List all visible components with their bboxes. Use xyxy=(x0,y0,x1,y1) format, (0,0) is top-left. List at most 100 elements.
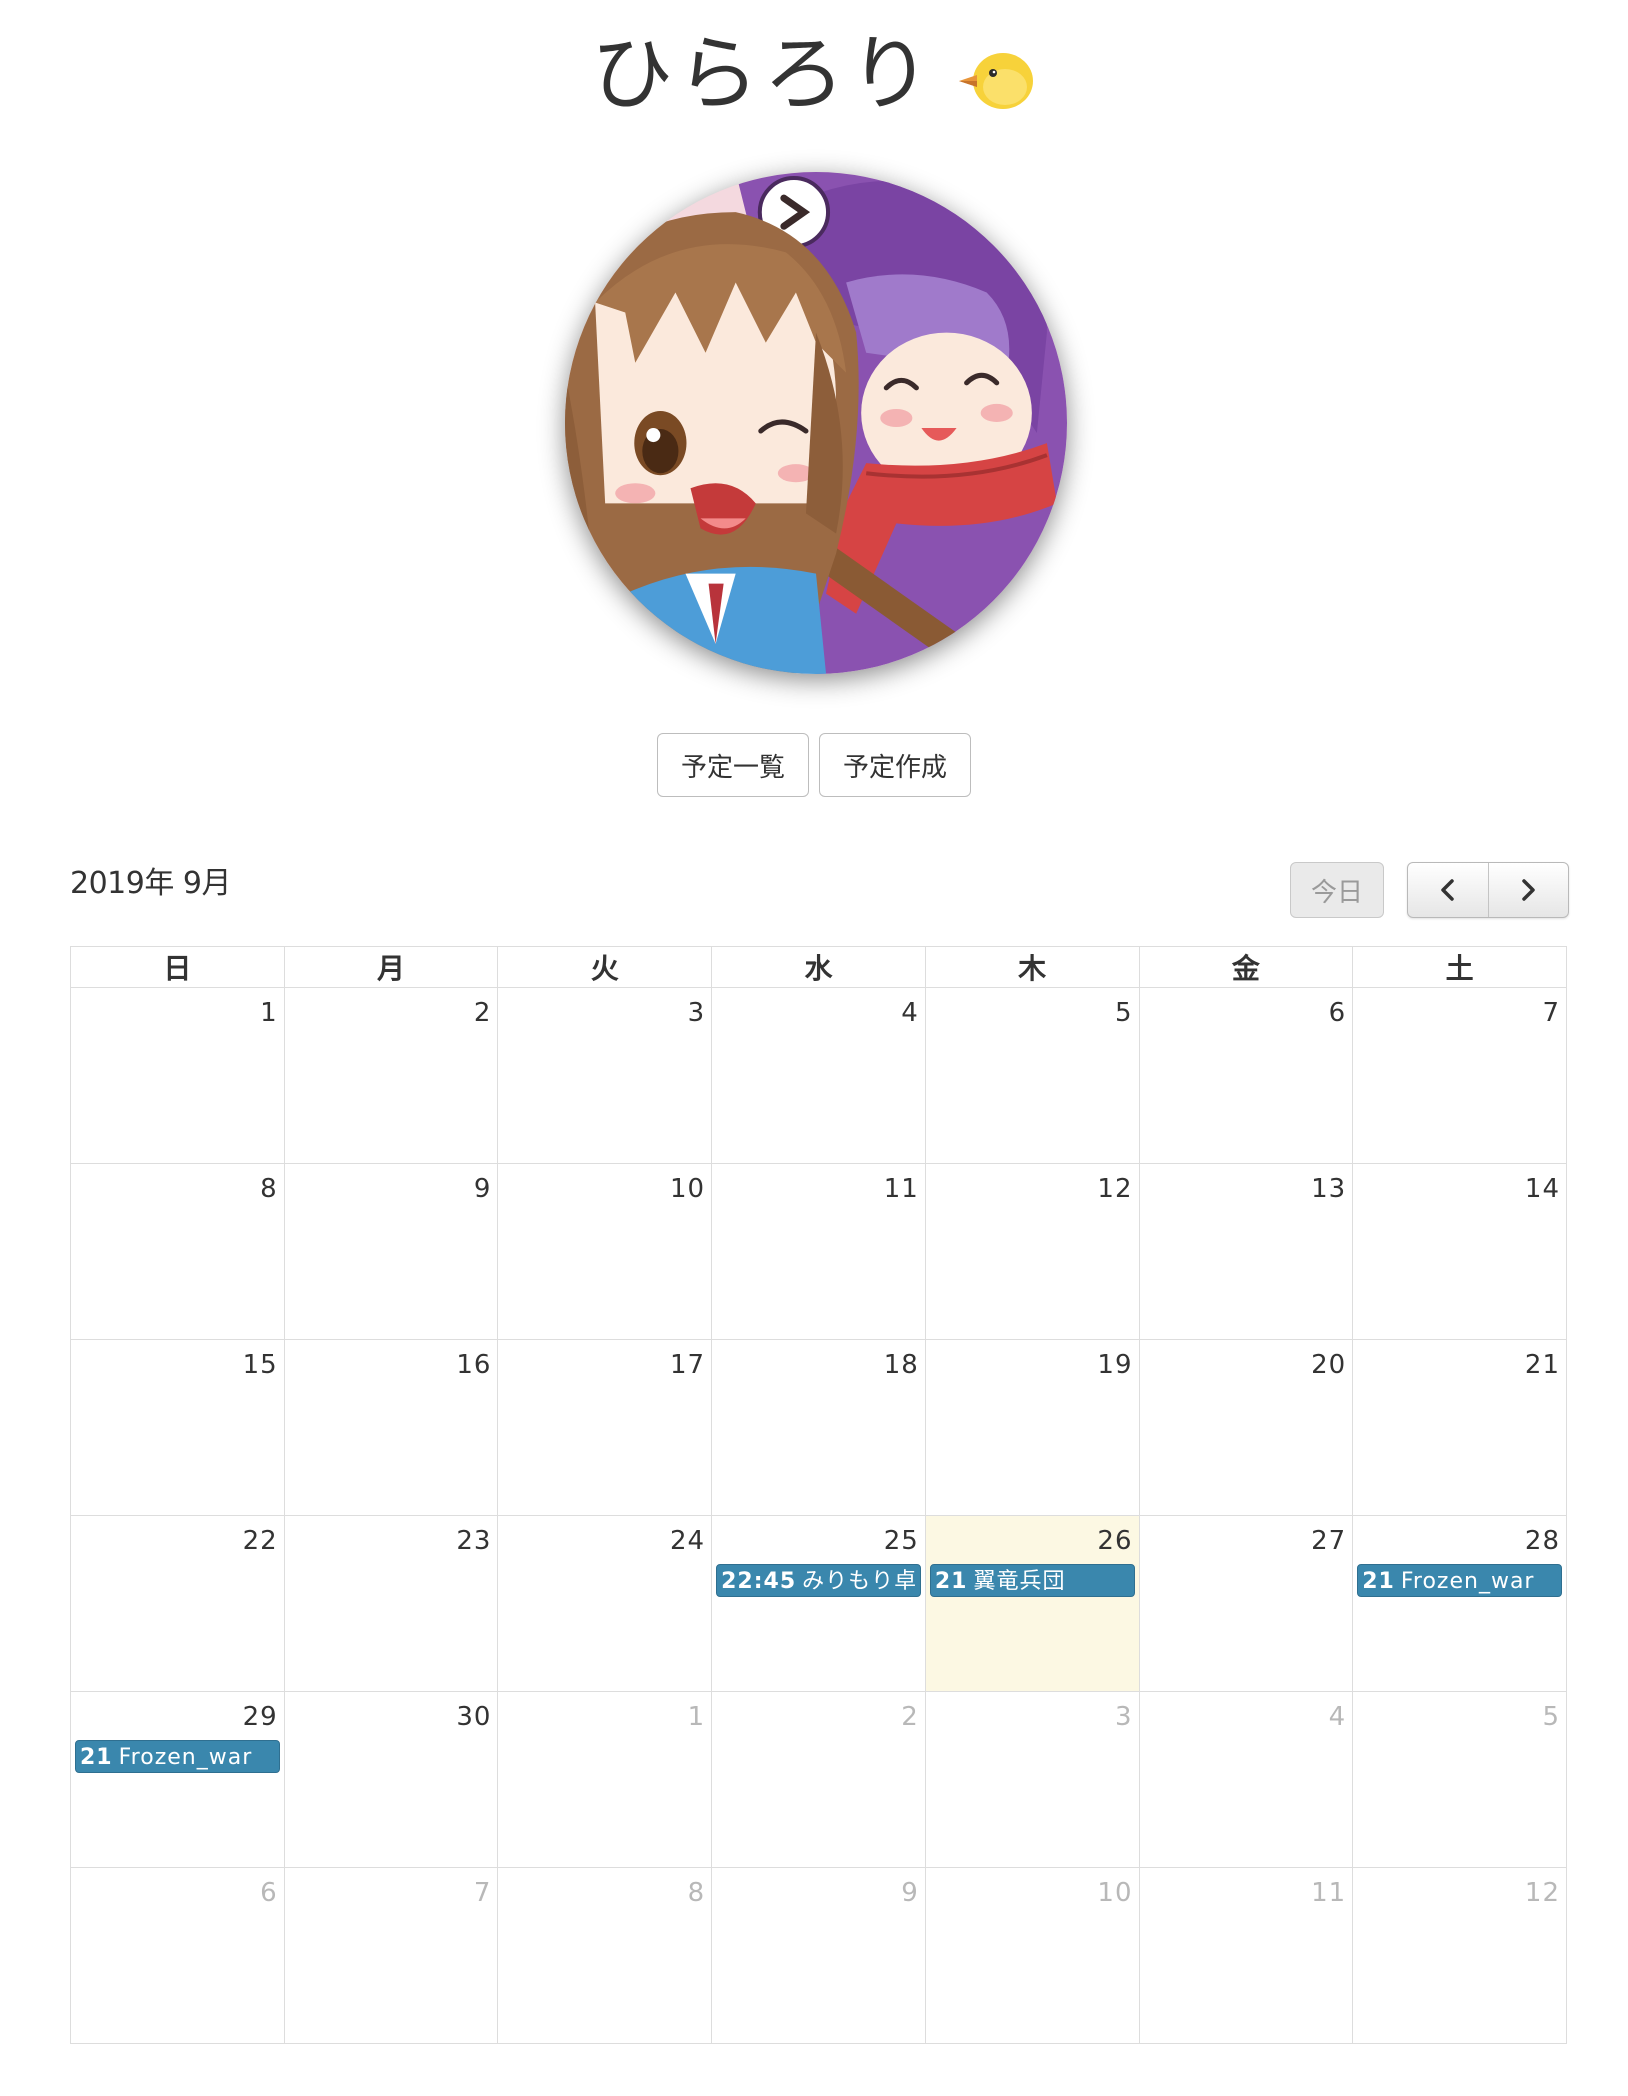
day-number: 26 xyxy=(1097,1526,1133,1556)
today-button[interactable]: 今日 xyxy=(1290,862,1384,918)
day-number: 1 xyxy=(687,1702,706,1732)
day-number: 4 xyxy=(1328,1702,1347,1732)
day-cell[interactable]: 1 xyxy=(70,987,285,1164)
day-cell[interactable]: 3 xyxy=(924,1691,1140,1868)
day-number: 20 xyxy=(1311,1350,1347,1380)
day-cell[interactable]: 18 xyxy=(711,1339,926,1516)
day-cell[interactable]: 3 xyxy=(497,987,713,1164)
day-cell[interactable]: 9 xyxy=(711,1867,926,2044)
next-month-button[interactable] xyxy=(1487,863,1569,917)
day-cell[interactable]: 6 xyxy=(1138,987,1354,1164)
day-number: 6 xyxy=(1328,998,1347,1028)
chick-icon xyxy=(953,37,1037,113)
day-cell[interactable]: 10 xyxy=(497,1163,713,1340)
day-cell[interactable]: 4 xyxy=(1138,1691,1354,1868)
day-cell[interactable]: 11 xyxy=(711,1163,926,1340)
event-title: 翼竜兵団 xyxy=(973,1569,1066,1594)
weekday-header: 日 xyxy=(70,946,285,988)
day-cell[interactable]: 19 xyxy=(924,1339,1140,1516)
calendar-week-row: 8 9 10 11 12 13 14 xyxy=(70,1163,1567,1340)
page-header: ひらろり xyxy=(0,20,1628,130)
day-number: 24 xyxy=(670,1526,706,1556)
day-number: 5 xyxy=(1542,1702,1560,1732)
day-number: 16 xyxy=(456,1350,492,1380)
day-number: 29 xyxy=(242,1702,278,1732)
weekday-header: 土 xyxy=(1352,946,1567,988)
event-title: Frozen_war xyxy=(118,1745,253,1770)
day-number: 7 xyxy=(1542,998,1560,1028)
day-cell[interactable]: 26 21 翼竜兵団 xyxy=(924,1515,1140,1692)
weekday-header: 木 xyxy=(924,946,1140,988)
day-cell[interactable]: 8 xyxy=(497,1867,713,2044)
day-number: 3 xyxy=(1114,1702,1133,1732)
day-number: 27 xyxy=(1311,1526,1347,1556)
calendar-event[interactable]: 21 Frozen_war xyxy=(1357,1564,1562,1597)
day-cell[interactable]: 8 xyxy=(70,1163,285,1340)
day-cell[interactable]: 25 22:45 みりもり卓 xyxy=(711,1515,926,1692)
day-cell[interactable]: 24 xyxy=(497,1515,713,1692)
calendar-month-title: 2019年 9月 xyxy=(70,866,231,901)
day-cell[interactable]: 7 xyxy=(1352,987,1567,1164)
schedule-list-button[interactable]: 予定一覧 xyxy=(657,733,809,797)
day-number: 14 xyxy=(1524,1174,1560,1204)
day-cell[interactable]: 15 xyxy=(70,1339,285,1516)
day-cell[interactable]: 2 xyxy=(711,1691,926,1868)
event-title: Frozen_war xyxy=(1400,1569,1535,1594)
calendar-event[interactable]: 22:45 みりもり卓 xyxy=(716,1564,921,1597)
day-cell[interactable]: 5 xyxy=(1352,1691,1567,1868)
day-cell[interactable]: 27 xyxy=(1138,1515,1354,1692)
day-cell[interactable]: 13 xyxy=(1138,1163,1354,1340)
day-number: 17 xyxy=(670,1350,706,1380)
day-number: 4 xyxy=(901,998,919,1028)
event-time: 21 xyxy=(934,1569,968,1594)
calendar-body: 1 2 3 4 5 6 7 8 9 10 11 12 13 14 15 16 17 18 19 20 21 22 23 24 2… xyxy=(70,987,1567,2044)
weekday-header: 火 xyxy=(497,946,713,988)
event-time: 22:45 xyxy=(721,1569,797,1594)
day-cell[interactable]: 1 xyxy=(497,1691,713,1868)
day-number: 3 xyxy=(687,998,706,1028)
day-cell[interactable]: 22 xyxy=(70,1515,285,1692)
schedule-create-button[interactable]: 予定作成 xyxy=(819,733,971,797)
day-cell[interactable]: 29 21 Frozen_war xyxy=(70,1691,285,1868)
day-number: 10 xyxy=(670,1174,706,1204)
calendar-event[interactable]: 21 Frozen_war xyxy=(75,1740,280,1773)
day-cell[interactable]: 12 xyxy=(924,1163,1140,1340)
day-cell[interactable]: 6 xyxy=(70,1867,285,2044)
calendar-event[interactable]: 21 翼竜兵団 xyxy=(929,1564,1135,1597)
day-number: 1 xyxy=(260,998,278,1028)
page-title: ひらろり xyxy=(590,27,935,122)
weekday-header: 月 xyxy=(283,946,499,988)
day-number: 18 xyxy=(883,1350,919,1380)
day-cell[interactable]: 16 xyxy=(283,1339,499,1516)
day-cell[interactable]: 4 xyxy=(711,987,926,1164)
day-cell[interactable]: 7 xyxy=(283,1867,499,2044)
day-cell[interactable]: 11 xyxy=(1138,1867,1354,2044)
day-cell[interactable]: 5 xyxy=(924,987,1140,1164)
day-cell[interactable]: 10 xyxy=(924,1867,1140,2044)
day-cell[interactable]: 23 xyxy=(283,1515,499,1692)
day-number: 2 xyxy=(473,998,492,1028)
day-number: 21 xyxy=(1524,1350,1560,1380)
day-cell[interactable]: 17 xyxy=(497,1339,713,1516)
calendar-week-row: 22 23 24 25 22:45 みりもり卓 26 21 翼竜兵団 27 28 21 Frozen_w… xyxy=(70,1515,1567,1692)
day-number: 15 xyxy=(242,1350,278,1380)
day-number: 28 xyxy=(1524,1526,1560,1556)
day-cell[interactable]: 28 21 Frozen_war xyxy=(1352,1515,1567,1692)
day-number: 6 xyxy=(260,1878,278,1908)
weekday-header-row: 日 月 火 水 木 金 土 xyxy=(70,946,1567,988)
calendar-week-row: 29 21 Frozen_war 30 1 2 3 4 5 xyxy=(70,1691,1567,1868)
day-cell[interactable]: 21 xyxy=(1352,1339,1567,1516)
day-cell[interactable]: 12 xyxy=(1352,1867,1567,2044)
prev-month-button[interactable] xyxy=(1408,863,1488,917)
day-number: 13 xyxy=(1311,1174,1347,1204)
day-number: 19 xyxy=(1097,1350,1133,1380)
day-cell[interactable]: 14 xyxy=(1352,1163,1567,1340)
day-cell[interactable]: 20 xyxy=(1138,1339,1354,1516)
day-number: 8 xyxy=(260,1174,278,1204)
day-cell[interactable]: 30 xyxy=(283,1691,499,1868)
day-number: 7 xyxy=(473,1878,492,1908)
action-bar: 予定一覧 予定作成 xyxy=(0,733,1628,797)
day-cell[interactable]: 9 xyxy=(283,1163,499,1340)
day-cell[interactable]: 2 xyxy=(283,987,499,1164)
event-time: 21 xyxy=(80,1745,113,1770)
